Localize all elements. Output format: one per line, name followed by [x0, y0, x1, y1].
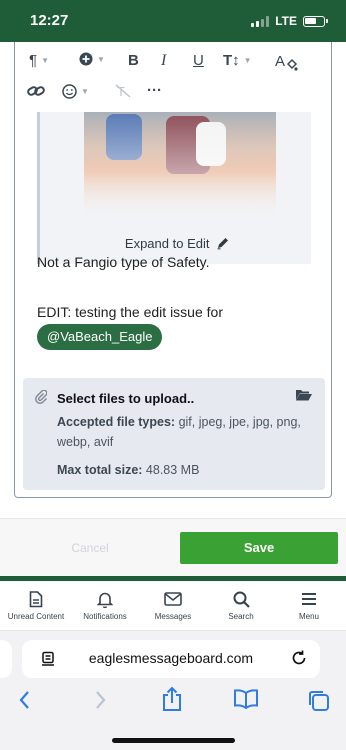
accepted-types: Accepted file types: gif, jpeg, jpe, jpg…: [57, 412, 319, 452]
home-indicator: [112, 738, 235, 743]
link-icon: [27, 86, 45, 96]
forward-icon[interactable]: [92, 689, 108, 711]
underline-button[interactable]: U: [193, 52, 204, 69]
clear-format-button[interactable]: T: [115, 84, 131, 98]
save-button[interactable]: Save: [180, 532, 338, 564]
cancel-button[interactable]: Cancel: [8, 532, 172, 564]
nav-label: Notifications: [83, 612, 127, 621]
form-action-bar: Cancel Save: [0, 518, 346, 576]
nav-menu[interactable]: Menu: [273, 589, 345, 621]
max-size: Max total size: 48.83 MB: [57, 460, 319, 480]
nav-notifications[interactable]: Notifications: [69, 589, 141, 621]
paperclip-icon: [35, 389, 48, 407]
bold-button[interactable]: B: [128, 52, 139, 69]
bookmarks-icon[interactable]: [233, 689, 259, 709]
clear-format-icon: T: [115, 84, 131, 98]
bold-icon: B: [128, 52, 139, 69]
text-size-button[interactable]: T↕ ▼: [223, 52, 252, 69]
user-mention[interactable]: @VaBeach_Eagle: [37, 324, 163, 350]
link-button[interactable]: [27, 84, 45, 98]
post-text-line[interactable]: Not a Fangio type of Safety.: [37, 254, 210, 270]
paragraph-format-button[interactable]: ¶ ▼: [29, 52, 49, 69]
bottom-navigation: Unread Content Notifications Messages Se…: [0, 581, 346, 631]
signal-icon: [251, 15, 270, 27]
document-icon: [0, 589, 72, 609]
text-color-button[interactable]: A: [275, 52, 299, 72]
emoji-button[interactable]: ▼: [62, 84, 89, 99]
url-text[interactable]: eaglesmessageboard.com: [22, 650, 320, 666]
svg-text:A: A: [275, 53, 285, 70]
underline-icon: U: [193, 52, 204, 69]
address-bar[interactable]: eaglesmessageboard.com: [22, 640, 320, 678]
paragraph-icon: ¶: [29, 52, 38, 69]
max-size-value: 48.83 MB: [145, 463, 200, 477]
emoji-icon: [62, 84, 77, 99]
nav-label: Search: [228, 612, 254, 621]
back-icon[interactable]: [17, 689, 33, 711]
status-bar: 12:27 LTE: [0, 0, 346, 42]
nav-search[interactable]: Search: [205, 589, 277, 621]
status-indicators: LTE: [251, 14, 328, 28]
nav-label: Unread Content: [7, 612, 65, 621]
more-options-button[interactable]: ···: [147, 82, 162, 99]
pencil-icon: [217, 238, 229, 250]
hamburger-icon: [273, 589, 345, 609]
quoted-image: [84, 112, 276, 220]
status-time: 12:27: [30, 12, 69, 29]
browser-toolbar: eaglesmessageboard.com: [0, 631, 346, 750]
envelope-icon: [137, 589, 209, 609]
reload-icon[interactable]: [290, 649, 308, 667]
post-text-line[interactable]: EDIT: testing the edit issue for: [37, 304, 223, 320]
file-upload-area[interactable]: Select files to upload.. Accepted file t…: [23, 378, 325, 490]
italic-button[interactable]: I: [161, 52, 166, 70]
more-icon: ···: [147, 82, 162, 99]
text-color-icon: A: [275, 53, 298, 71]
nav-label: Menu: [298, 612, 319, 621]
chevron-down-icon: ▼: [81, 87, 89, 96]
bell-icon: [69, 589, 141, 609]
accepted-types-label: Accepted file types:: [57, 415, 176, 429]
chevron-down-icon: ▼: [243, 56, 252, 65]
tabs-icon[interactable]: [307, 689, 331, 713]
text-size-icon: T↕: [223, 52, 240, 69]
battery-icon: [303, 15, 325, 27]
insert-button[interactable]: ▼: [79, 52, 105, 66]
post-editor[interactable]: ¶ ▼ ▼ B I U T↕ ▼ A ▼ T ··· Expand to Edi…: [14, 42, 332, 498]
italic-icon: I: [161, 52, 167, 69]
previous-tab-edge[interactable]: [0, 640, 12, 678]
chevron-down-icon: ▼: [97, 54, 105, 64]
nav-label: Messages: [154, 612, 192, 621]
expand-label: Expand to Edit: [124, 236, 210, 251]
expand-to-edit-link[interactable]: Expand to Edit: [40, 236, 314, 251]
chevron-down-icon: ▼: [41, 56, 49, 65]
max-size-label: Max total size:: [57, 463, 143, 477]
network-label: LTE: [275, 14, 297, 28]
quoted-post: Expand to Edit: [37, 112, 311, 264]
share-icon[interactable]: [161, 686, 183, 712]
upload-title[interactable]: Select files to upload..: [57, 391, 194, 406]
nav-messages[interactable]: Messages: [137, 589, 209, 621]
folder-open-icon[interactable]: [295, 388, 313, 402]
editor-toolbar: ¶ ▼ ▼ B I U T↕ ▼ A ▼ T ···: [15, 42, 331, 112]
search-icon: [205, 589, 277, 609]
nav-unread-content[interactable]: Unread Content: [0, 589, 72, 621]
insert-icon: [79, 52, 93, 66]
